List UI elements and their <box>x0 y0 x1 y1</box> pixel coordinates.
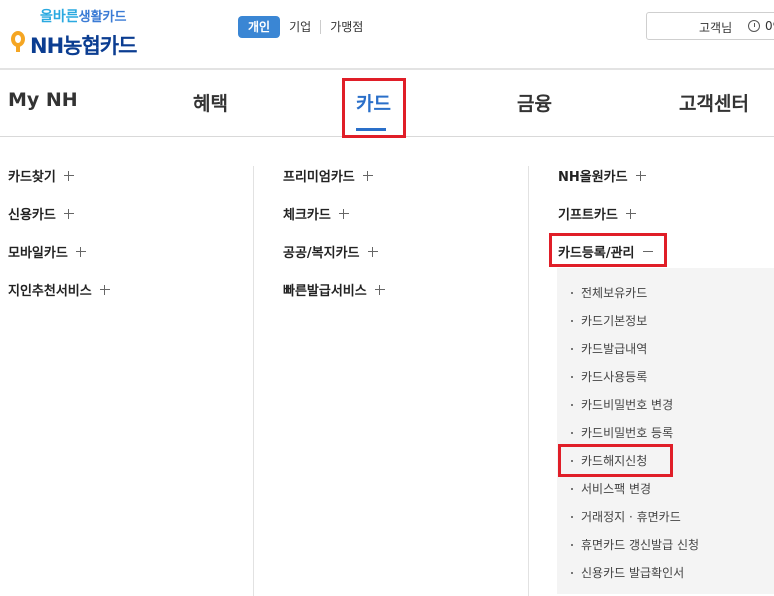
gnb-customer-center[interactable]: 고객센터 <box>679 89 749 116</box>
plus-icon <box>63 170 74 181</box>
menu-find-card[interactable]: 카드찾기 <box>8 166 74 185</box>
logo-name: NH농협카드 <box>30 34 137 58</box>
bullet-icon <box>571 403 573 406</box>
nh-card-logo[interactable]: 올바른생활카드 NH농협카드 <box>8 6 168 58</box>
bullet-icon <box>571 515 573 518</box>
bullet-icon <box>571 459 573 462</box>
plus-icon <box>635 170 646 181</box>
bullet-icon <box>571 571 573 574</box>
plus-icon <box>63 208 74 219</box>
menu-nh-allone-card[interactable]: NH올원카드 <box>558 166 646 185</box>
session-timer: 09 <box>765 19 774 33</box>
menu-credit-card[interactable]: 신용카드 <box>8 204 74 223</box>
tab-merchant[interactable]: 가맹점 <box>321 20 372 34</box>
plus-icon <box>99 284 110 295</box>
tab-business[interactable]: 기업 <box>280 20 320 34</box>
gnb-finance[interactable]: 금융 <box>517 89 552 116</box>
submenu-change-password[interactable]: 카드비밀번호 변경 <box>571 396 673 413</box>
plus-icon <box>338 208 349 219</box>
menu-check-card[interactable]: 체크카드 <box>283 204 349 223</box>
plus-icon <box>362 170 373 181</box>
bullet-icon <box>571 375 573 378</box>
submenu-register-password[interactable]: 카드비밀번호 등록 <box>571 424 673 441</box>
plus-icon <box>625 208 636 219</box>
main-navigation: My NH 혜택 카드 금융 고객센터 <box>0 70 774 137</box>
gnb-card[interactable]: 카드 <box>356 89 391 116</box>
submenu-dormant-card-renewal[interactable]: 휴면카드 갱신발급 신청 <box>571 536 699 553</box>
submenu-card-use-registration[interactable]: 카드사용등록 <box>571 368 647 385</box>
menu-fast-issue-service[interactable]: 빠른발급서비스 <box>283 280 385 299</box>
user-name: 고객님 <box>699 21 733 35</box>
bullet-icon <box>571 487 573 490</box>
card-management-submenu: 전체보유카드 카드기본정보 카드발급내역 카드사용등록 카드비밀번호 변경 카드… <box>557 268 774 594</box>
gnb-benefits[interactable]: 혜택 <box>193 89 228 116</box>
submenu-card-issue-history[interactable]: 카드발급내역 <box>571 340 647 357</box>
bullet-icon <box>571 291 573 294</box>
menu-referral-service[interactable]: 지인추천서비스 <box>8 280 110 299</box>
tab-personal[interactable]: 개인 <box>238 16 281 38</box>
menu-premium-card[interactable]: 프리미엄카드 <box>283 166 373 185</box>
gnb-my-nh[interactable]: My NH <box>8 89 78 111</box>
bullet-icon <box>571 319 573 322</box>
submenu-card-cancellation[interactable]: 카드해지신청 <box>571 452 647 469</box>
bullet-icon <box>571 431 573 434</box>
minus-icon <box>642 247 653 257</box>
column-divider <box>528 166 529 596</box>
menu-gift-card[interactable]: 기프트카드 <box>558 204 636 223</box>
column-divider <box>253 166 254 596</box>
submenu-all-cards[interactable]: 전체보유카드 <box>571 284 647 301</box>
bullet-icon <box>571 347 573 350</box>
plus-icon <box>75 246 86 257</box>
submenu-service-pack-change[interactable]: 서비스팩 변경 <box>571 480 651 497</box>
bullet-icon <box>571 543 573 546</box>
menu-mobile-card[interactable]: 모바일카드 <box>8 242 86 261</box>
plus-icon <box>367 246 378 257</box>
user-status-box[interactable]: 고객님 09 <box>646 12 774 40</box>
nh-logo-icon <box>11 31 25 52</box>
submenu-credit-card-certificate[interactable]: 신용카드 발급확인서 <box>571 564 684 581</box>
submenu-suspended-dormant-card[interactable]: 거래정지 · 휴면카드 <box>571 508 681 525</box>
plus-icon <box>374 284 385 295</box>
submenu-card-basic-info[interactable]: 카드기본정보 <box>571 312 647 329</box>
menu-public-welfare-card[interactable]: 공공/복지카드 <box>283 242 378 261</box>
customer-type-tabs: 개인 기업 가맹점 <box>238 16 372 38</box>
active-tab-underline <box>356 128 386 131</box>
menu-card-registration-management[interactable]: 카드등록/관리 <box>558 242 653 261</box>
site-header: 올바른생활카드 NH농협카드 개인 기업 가맹점 고객님 09 <box>0 0 774 70</box>
logo-tagline: 올바른생활카드 <box>40 9 127 25</box>
clock-icon <box>748 20 760 32</box>
